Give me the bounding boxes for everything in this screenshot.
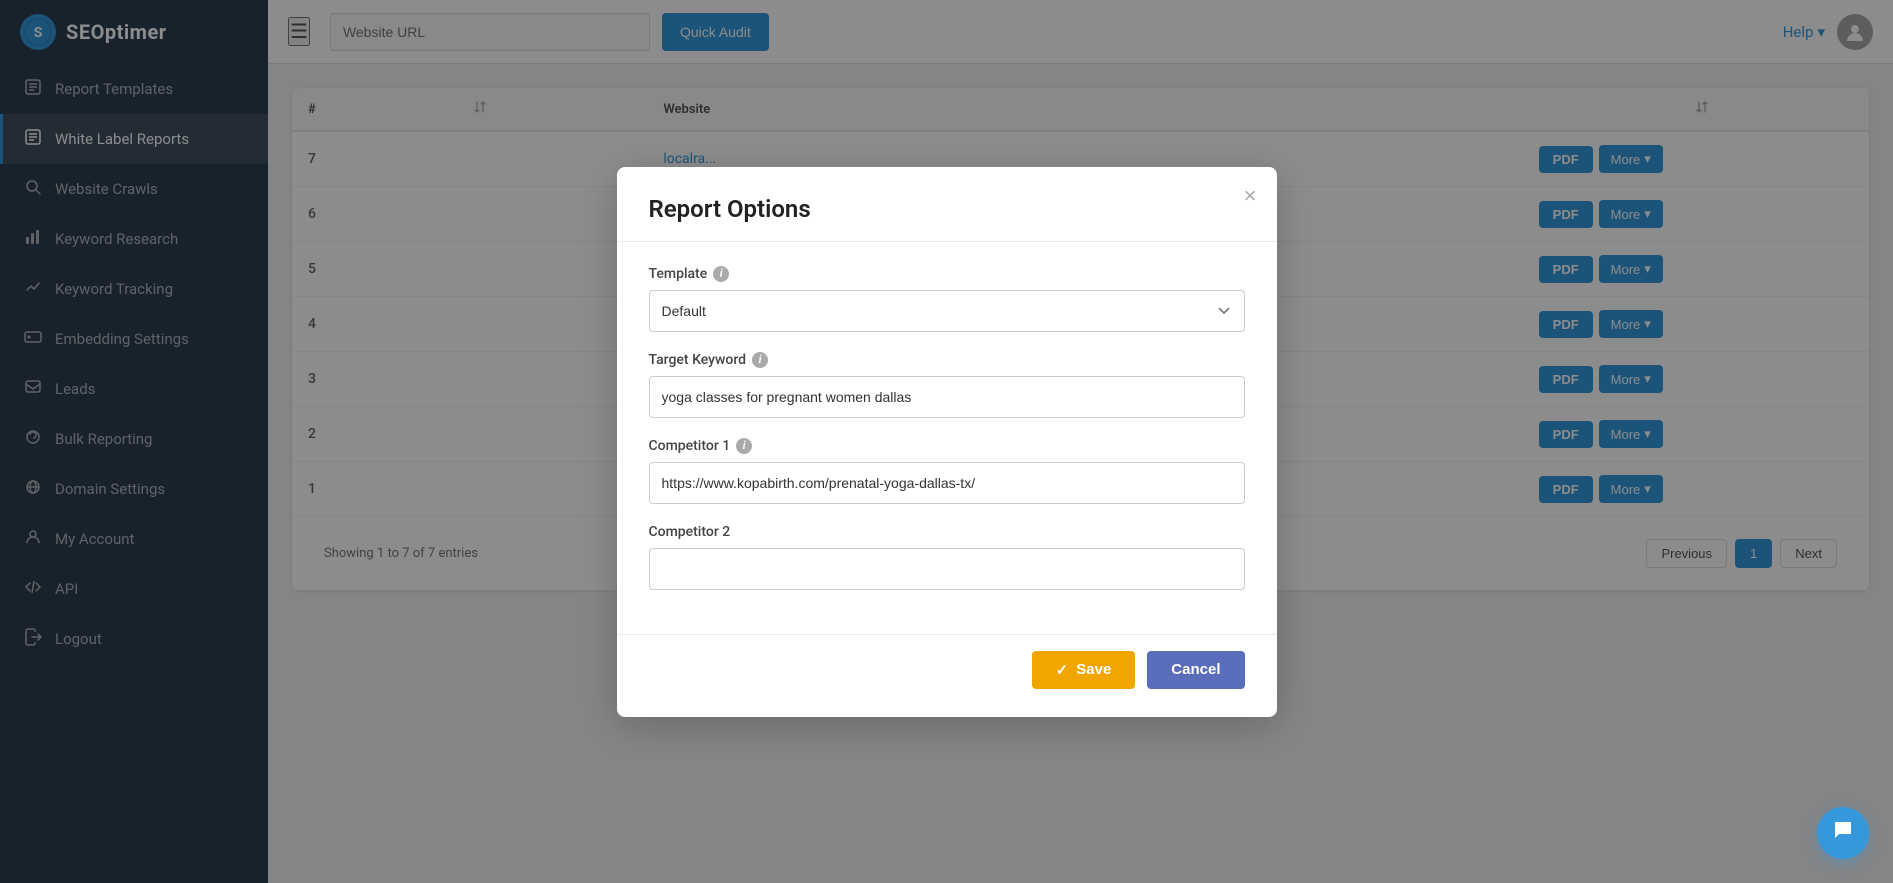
chat-button[interactable]	[1817, 807, 1869, 859]
competitor2-label: Competitor 2	[649, 524, 1245, 540]
template-info-icon: i	[713, 266, 729, 282]
target-keyword-info-icon: i	[752, 352, 768, 368]
template-select[interactable]: Default	[649, 290, 1245, 332]
competitor1-input[interactable]	[649, 462, 1245, 504]
save-label: Save	[1076, 661, 1111, 678]
target-keyword-input[interactable]	[649, 376, 1245, 418]
target-keyword-label: Target Keyword i	[649, 352, 1245, 368]
cancel-button[interactable]: Cancel	[1147, 651, 1244, 689]
competitor1-label: Competitor 1 i	[649, 438, 1245, 454]
modal-body: Template i Default Target Keyword i Comp…	[617, 242, 1277, 634]
modal-header: Report Options ×	[617, 167, 1277, 242]
competitor2-group: Competitor 2	[649, 524, 1245, 590]
competitor2-input[interactable]	[649, 548, 1245, 590]
template-label: Template i	[649, 266, 1245, 282]
modal-close-button[interactable]: ×	[1244, 185, 1257, 207]
modal-title: Report Options	[649, 195, 1245, 223]
competitor1-group: Competitor 1 i	[649, 438, 1245, 504]
target-keyword-group: Target Keyword i	[649, 352, 1245, 418]
save-check-icon: ✓	[1056, 661, 1069, 679]
template-group: Template i Default	[649, 266, 1245, 332]
competitor1-info-icon: i	[736, 438, 752, 454]
save-button[interactable]: ✓ Save	[1032, 651, 1136, 689]
chat-icon	[1831, 818, 1855, 848]
modal-overlay[interactable]: Report Options × Template i Default Targ…	[0, 0, 1893, 883]
report-options-modal: Report Options × Template i Default Targ…	[617, 167, 1277, 717]
modal-footer: ✓ Save Cancel	[617, 634, 1277, 717]
